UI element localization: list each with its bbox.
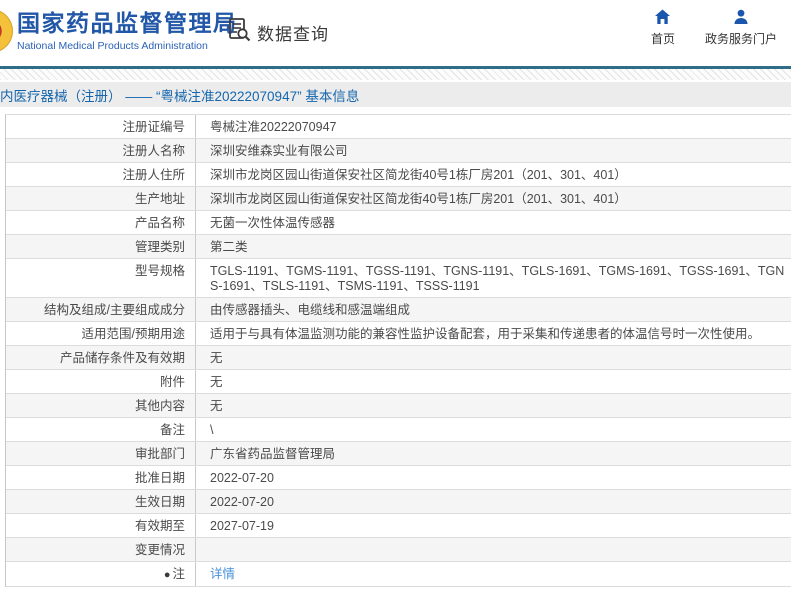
table-row: 生效日期 2022-07-20: [6, 490, 791, 514]
row-value: 无: [210, 399, 223, 413]
row-label: 产品储存条件及有效期: [6, 346, 196, 369]
table-row: 备注 \: [6, 418, 791, 442]
row-label: 结构及组成/主要组成成分: [6, 298, 196, 321]
table-row: 批准日期 2022-07-20: [6, 466, 791, 490]
row-value: 深圳市龙岗区园山街道保安社区简龙街40号1栋厂房201（201、301、401）: [210, 168, 627, 182]
brand-title-zh: 国家药品监督管理局: [17, 10, 238, 36]
header-nav: 首页 政务服务门户: [651, 9, 777, 47]
row-label: 适用范围/预期用途: [6, 322, 196, 345]
table-row: 附件无: [6, 370, 791, 394]
row-value: TGLS-1191、TGMS-1191、TGSS-1191、TGNS-1191、…: [210, 264, 785, 293]
row-value: 无菌一次性体温传感器: [210, 216, 336, 230]
table-row: 结构及组成/主要组成成分 由传感器插头、电缆线和感温端组成: [6, 298, 791, 322]
row-value: 无: [210, 375, 223, 389]
row-value: 由传感器插头、电缆线和感温端组成: [210, 303, 411, 317]
row-label: 注册人住所: [6, 163, 196, 186]
table-row: 型号规格 TGLS-1191、TGMS-1191、TGSS-1191、TGNS-1…: [6, 259, 791, 298]
table-row: 适用范围/预期用途 适用于与具有体温监测功能的兼容性监护设备配套，用于采集和传递患…: [6, 322, 791, 346]
row-label: 其他内容: [6, 394, 196, 417]
row-value: 第二类: [210, 240, 248, 254]
brand-title-en: National Medical Products Administration: [17, 39, 208, 52]
row-value: \: [210, 423, 214, 437]
row-value: [196, 538, 791, 561]
home-icon: [654, 9, 671, 25]
user-icon: [733, 9, 749, 25]
row-label: 审批部门: [6, 442, 196, 465]
row-value: 深圳市龙岗区园山街道保安社区简龙街40号1栋厂房201（201、301、401）: [210, 192, 627, 206]
row-label: ● 注: [6, 562, 196, 586]
note-icon: ●: [163, 569, 171, 581]
table-row: 注册证编号 粤械注准20222070947: [6, 115, 791, 139]
row-label: 型号规格: [6, 259, 196, 297]
table-row: 有效期至 2027-07-19: [6, 514, 791, 538]
table-row: 其他内容无: [6, 394, 791, 418]
row-label: 批准日期: [6, 466, 196, 489]
row-value: 适用于与具有体温监测功能的兼容性监护设备配套，用于采集和传递患者的体温信号时一次…: [210, 327, 761, 341]
table-row: 产品名称 无菌一次性体温传感器: [6, 211, 791, 235]
row-label: 生效日期: [6, 490, 196, 513]
document-search-icon: [226, 17, 252, 48]
row-value: 深圳安维森实业有限公司: [210, 144, 348, 158]
row-label: 附件: [6, 370, 196, 393]
details-link[interactable]: 详情: [210, 567, 235, 581]
page-title: 内医疗器械（注册） —— “粤械注准20222070947” 基本信息: [0, 88, 360, 104]
nav-gov-portal-label: 政务服务门户: [704, 32, 777, 46]
table-row: 生产地址 深圳市龙岗区园山街道保安社区简龙街40号1栋厂房201（201、301、…: [6, 187, 791, 211]
site-header: 国家药品监督管理局 National Medical Products Admi…: [0, 0, 791, 66]
national-emblem-logo: [0, 9, 13, 53]
row-value: 广东省药品监督管理局: [210, 447, 336, 461]
data-query-label: 数据查询: [257, 25, 329, 44]
row-value: 2022-07-20: [210, 495, 274, 509]
row-value: 无: [210, 351, 223, 365]
info-table: 注册证编号 粤械注准20222070947 注册人名称 深圳安维森实业有限公司 注册人住…: [5, 114, 791, 587]
table-row: ● 注详情: [6, 562, 791, 587]
row-label: 产品名称: [6, 211, 196, 234]
nav-gov-portal[interactable]: 政务服务门户: [705, 9, 777, 47]
table-row: 注册人名称 深圳安维森实业有限公司: [6, 139, 791, 163]
table-row: 审批部门 广东省药品监督管理局: [6, 442, 791, 466]
table-row: 变更情况: [6, 538, 791, 562]
nav-home-label: 首页: [650, 32, 675, 46]
page-title-band: 内医疗器械（注册） —— “粤械注准20222070947” 基本信息: [0, 82, 791, 107]
row-label: 注册人名称: [6, 139, 196, 162]
hatched-strip: [0, 69, 791, 80]
table-row: 产品储存条件及有效期无: [6, 346, 791, 370]
row-label: 管理类别: [6, 235, 196, 258]
table-row: 注册人住所 深圳市龙岗区园山街道保安社区简龙街40号1栋厂房201（201、301…: [6, 163, 791, 187]
row-value: 2022-07-20: [210, 471, 274, 485]
row-label: 备注: [6, 418, 196, 441]
row-label: 有效期至: [6, 514, 196, 537]
row-value: 2027-07-19: [210, 519, 274, 533]
brand-block: 国家药品监督管理局 National Medical Products Admi…: [17, 10, 238, 52]
row-value: 详情: [196, 562, 791, 586]
row-value: 粤械注准20222070947: [210, 120, 337, 134]
row-label: 变更情况: [6, 538, 196, 561]
row-label: 生产地址: [6, 187, 196, 210]
row-label: 注册证编号: [6, 115, 196, 138]
nav-home[interactable]: 首页: [651, 9, 675, 47]
data-query-section: 数据查询: [226, 17, 329, 48]
table-row: 管理类别 第二类: [6, 235, 791, 259]
